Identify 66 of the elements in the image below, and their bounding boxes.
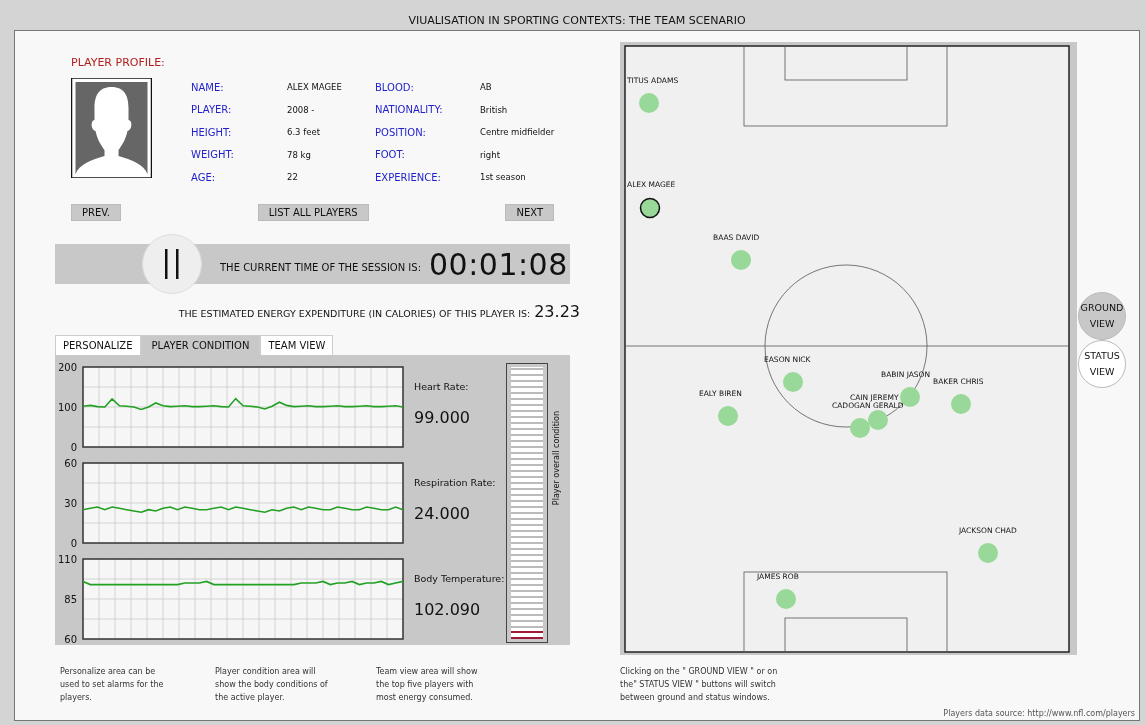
player-marker[interactable] xyxy=(951,394,971,414)
axis-tick-label: 30 xyxy=(64,497,77,509)
field-label: POSITION: xyxy=(375,126,427,138)
nav-button[interactable]: NEXT xyxy=(505,204,554,221)
nav-button[interactable]: LIST ALL PLAYERS xyxy=(257,204,369,221)
person-silhouette-icon xyxy=(71,78,152,178)
tab[interactable]: TEAM VIEW xyxy=(260,335,334,355)
field-label: NATIONALITY: xyxy=(375,104,444,116)
player-marker[interactable] xyxy=(639,197,661,219)
field-label: BLOOD: xyxy=(375,81,415,93)
metric-value: 24.000 xyxy=(414,504,471,523)
energy-value: 23.23 xyxy=(534,302,580,321)
field-label: FOOT: xyxy=(375,149,406,161)
player-marker[interactable] xyxy=(850,418,870,438)
section-heading: PLAYER PROFILE: xyxy=(71,56,166,69)
player-marker[interactable] xyxy=(718,406,738,426)
field-label: EXPERIENCE: xyxy=(375,171,442,183)
tab[interactable]: PERSONALIZE xyxy=(55,335,141,355)
field-label: PLAYER: xyxy=(191,104,233,116)
axis-tick-label: 200 xyxy=(59,363,77,373)
field-label: NAME: xyxy=(191,81,225,93)
session-time: 00:01:08 xyxy=(429,246,568,282)
metric-value: 102.090 xyxy=(414,600,482,619)
field-value: Centre midfielder xyxy=(480,127,555,138)
energy-label: THE ESTIMATED ENERGY EXPENDITURE (IN CALORIES) OF THIS PLAYER IS: xyxy=(178,308,531,319)
field-value: 2008 - xyxy=(287,104,316,115)
field-value: 22 xyxy=(287,172,299,183)
metric-value: 99.000 xyxy=(414,408,471,427)
player-marker[interactable] xyxy=(731,250,751,270)
axis-tick-label: 110 xyxy=(59,555,77,565)
axis-tick-label: 85 xyxy=(64,593,77,605)
field-label: HEIGHT: xyxy=(191,126,233,138)
window-title: VIUALISATION IN SPORTING CONTEXTS: THE TEAM SCENARIO xyxy=(408,13,746,27)
field-label: WEIGHT: xyxy=(191,149,235,161)
axis-tick-label: 60 xyxy=(64,459,77,469)
field-label: AGE: xyxy=(191,171,217,183)
help-note: Personalize area can be used to set alarms for the players. xyxy=(60,666,165,704)
player-marker[interactable] xyxy=(776,589,796,609)
field-value: 1st season xyxy=(480,172,527,183)
tab[interactable]: PLAYER CONDITION xyxy=(140,335,261,355)
field-value: 78 kg xyxy=(287,149,312,160)
player-marker[interactable] xyxy=(783,372,803,392)
data-source-note: Players data source: http://www.nfl.com/players xyxy=(943,709,1135,718)
metric-label: Respiration Rate: xyxy=(414,477,497,488)
help-note: Team view area will show the top five players with most energy consumed. xyxy=(376,666,479,704)
field-value: 6.3 feet xyxy=(287,127,321,138)
metric-label: Body Temperature: xyxy=(414,573,506,584)
nav-button[interactable]: PREV. xyxy=(71,204,122,221)
player-marker[interactable] xyxy=(868,410,888,430)
view-button[interactable]: STATUS VIEW xyxy=(1078,340,1126,388)
axis-tick-label: 0 xyxy=(70,537,77,549)
axis-tick-label: 100 xyxy=(59,401,77,413)
meter-label: Player overall condition xyxy=(551,410,562,506)
help-note: Clicking on the " GROUND VIEW " or on the" STATUS VIEW " buttons will switch between ground and status windows. xyxy=(620,666,779,704)
metric-label: Heart Rate: xyxy=(414,381,470,392)
player-marker[interactable] xyxy=(978,543,998,563)
view-button[interactable]: GROUND VIEW xyxy=(1078,292,1126,340)
axis-tick-label: 60 xyxy=(64,633,77,645)
field-value: right xyxy=(480,149,501,160)
field-value: British xyxy=(480,104,509,115)
axis-tick-label: 0 xyxy=(70,441,77,453)
field-value: AB xyxy=(480,82,493,93)
time-label: THE CURRENT TIME OF THE SESSION IS: xyxy=(220,261,422,273)
field-value: ALEX MAGEE xyxy=(287,82,343,93)
help-note: Player condition area will show the body conditions of the active player. xyxy=(215,666,329,704)
player-marker[interactable] xyxy=(639,93,659,113)
